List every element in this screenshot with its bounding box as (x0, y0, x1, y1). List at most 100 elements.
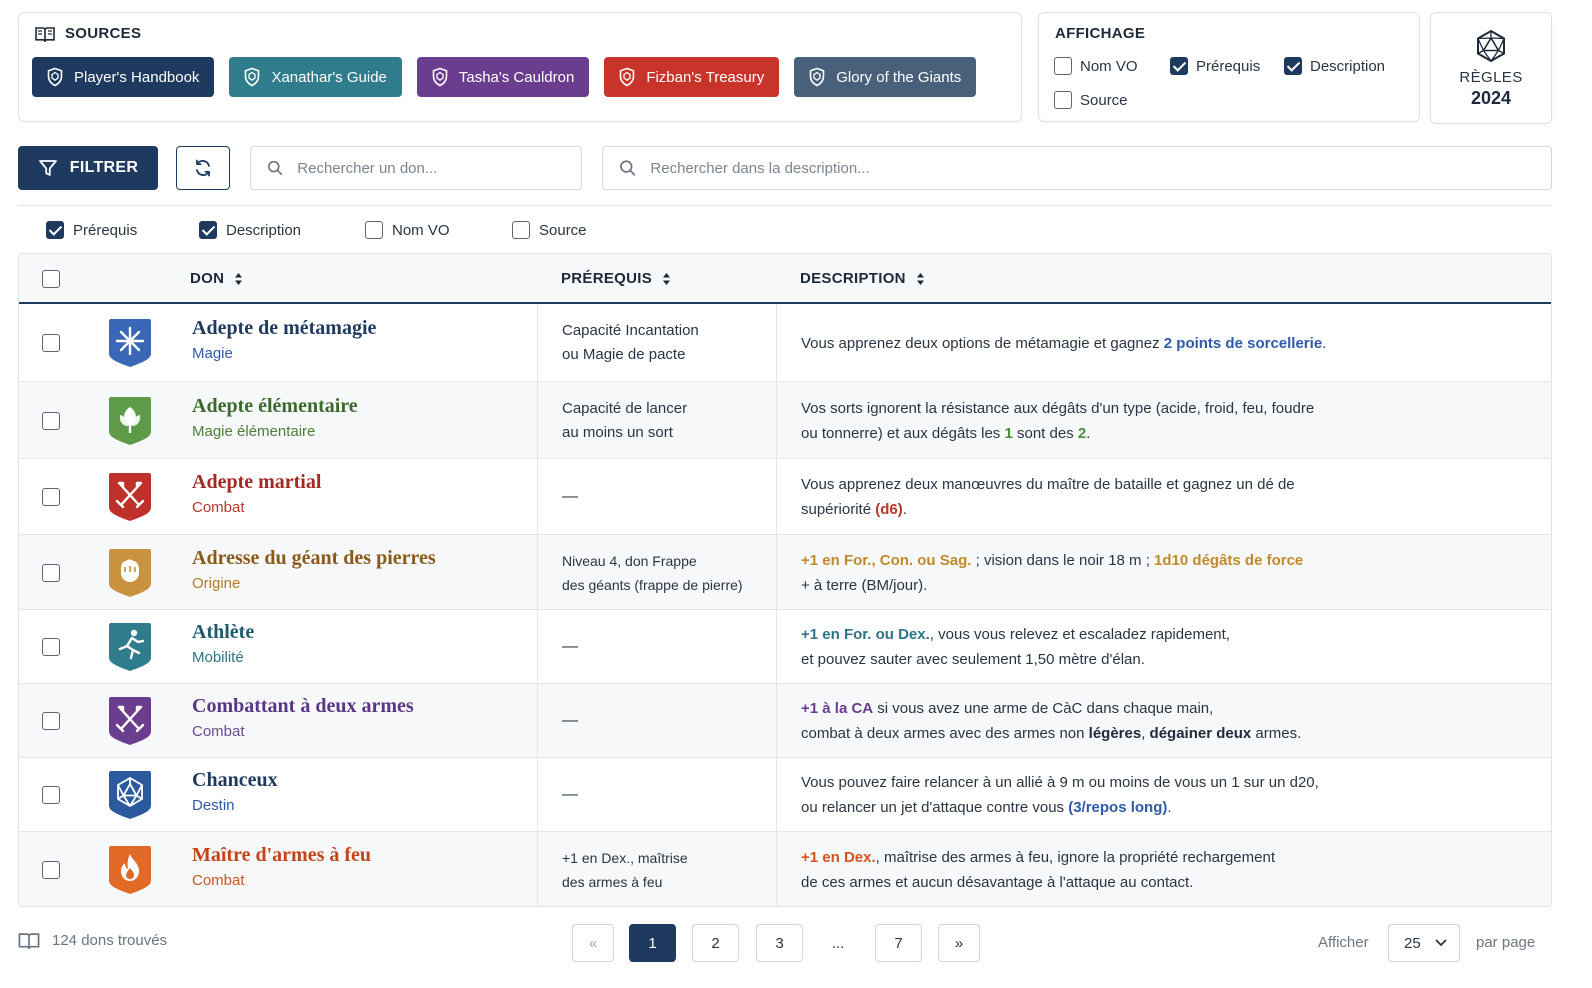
first-page-button[interactable]: « (572, 924, 614, 962)
column-description-checkbox[interactable] (199, 221, 217, 239)
column-nom-vo-checkbox[interactable] (365, 221, 383, 239)
page-button-7[interactable]: 7 (875, 924, 922, 962)
feat-name[interactable]: Adepte élémentaire (192, 395, 358, 418)
feat-prerequisites: — (562, 638, 578, 655)
cell-divider (537, 382, 538, 458)
feat-category: Destin (192, 797, 235, 814)
table-row[interactable]: Adepte de métamagie Magie Capacité Incanta… (19, 304, 1551, 382)
row-checkbox[interactable] (42, 786, 60, 804)
feat-name[interactable]: Maître d'armes à feu (192, 844, 371, 867)
feat-category: Magie (192, 345, 233, 362)
last-page-button[interactable]: » (938, 924, 980, 962)
search-don-input[interactable] (297, 159, 581, 177)
feat-description: Vos sorts ignorent la résistance aux dég… (801, 399, 1315, 442)
table-row[interactable]: Adepte élémentaire Magie élémentaire Capac… (19, 382, 1551, 459)
runner-icon (107, 621, 153, 673)
prerequis-checkbox[interactable] (1170, 57, 1188, 75)
feat-category: Mobilité (192, 649, 244, 666)
feat-name[interactable]: Chanceux (192, 769, 278, 792)
source-button-tasha-s-cauldron[interactable]: Tasha's Cauldron (416, 57, 590, 97)
table-row[interactable]: Chanceux Destin — Vous pouvez faire relance… (19, 758, 1551, 832)
feat-name[interactable]: Adepte martial (192, 471, 321, 494)
table-row[interactable]: Adresse du géant des pierres Origine Nivea… (19, 535, 1551, 610)
column-prerequis-checkbox[interactable] (46, 221, 64, 239)
affichage-source[interactable]: Source (1054, 91, 1128, 109)
column-toggle-source[interactable]: Source (512, 221, 587, 239)
cell-divider (537, 832, 538, 906)
row-checkbox[interactable] (42, 638, 60, 656)
feat-prerequisites: — (562, 712, 578, 729)
header-description[interactable]: DESCRIPTION (800, 270, 925, 287)
table-row[interactable]: Maître d'armes à feu Combat +1 en Dex., ma… (19, 832, 1551, 906)
cell-divider (776, 382, 777, 458)
feat-description: Vous apprenez deux manœuvres du maître d… (801, 476, 1295, 518)
row-checkbox[interactable] (42, 411, 60, 430)
feats-table: DON PRÉREQUIS DESCRIPTION Adepte de méta… (18, 253, 1552, 907)
row-checkbox[interactable] (42, 563, 60, 582)
feat-name[interactable]: Adepte de métamagie (192, 317, 376, 340)
cell-divider (776, 459, 777, 534)
column-toggle-nom-vo[interactable]: Nom VO (365, 221, 450, 239)
rules-version-panel[interactable]: RÈGLES 2024 (1430, 12, 1552, 124)
table-row[interactable]: Combattant à deux armes Combat — +1 à la CA… (19, 684, 1551, 758)
feat-name[interactable]: Combattant à deux armes (192, 695, 414, 718)
search-icon (267, 160, 283, 176)
refresh-button[interactable] (176, 146, 230, 190)
sparkle-icon (107, 317, 153, 369)
per-page-select[interactable]: 25 (1388, 924, 1460, 962)
filter-button[interactable]: FILTRER (18, 146, 158, 190)
rules-label: RÈGLES (1459, 69, 1523, 86)
source-button-xanathar-s-guide[interactable]: Xanathar's Guide (229, 57, 402, 97)
column-toggle-description[interactable]: Description (199, 221, 301, 239)
header-don[interactable]: DON (190, 270, 243, 287)
source-checkbox[interactable] (1054, 91, 1072, 109)
description-checkbox[interactable] (1284, 57, 1302, 75)
affichage-title: AFFICHAGE (1055, 25, 1146, 42)
sources-title: SOURCES (35, 25, 141, 42)
search-don-box (250, 146, 582, 190)
feat-prerequisites: +1 en Dex., maîtrise des armes à feu (562, 850, 688, 890)
nom-vo-checkbox[interactable] (1054, 57, 1072, 75)
affichage-nom-vo[interactable]: Nom VO (1054, 57, 1138, 75)
page-button-2[interactable]: 2 (692, 924, 739, 962)
feat-prerequisites: Capacité de lancer au moins un sort (562, 399, 688, 441)
book-icon (18, 933, 40, 949)
feat-category: Combat (192, 872, 245, 889)
row-checkbox[interactable] (42, 488, 60, 506)
affichage-description[interactable]: Description (1284, 57, 1385, 75)
search-description-input[interactable] (650, 159, 1551, 177)
header-prerequis[interactable]: PRÉREQUIS (561, 270, 671, 287)
row-checkbox[interactable] (42, 861, 60, 879)
rules-year: 2024 (1470, 88, 1512, 108)
dual-swords-icon (107, 695, 153, 747)
feat-prerequisites: — (562, 786, 578, 803)
cell-divider (537, 459, 538, 534)
feat-name[interactable]: Adresse du géant des pierres (192, 547, 436, 570)
affichage-prerequis[interactable]: Prérequis (1170, 57, 1260, 75)
table-row[interactable]: Athlète Mobilité — +1 en For. ou Dex., vous… (19, 610, 1551, 684)
table-header: DON PRÉREQUIS DESCRIPTION (19, 254, 1551, 304)
crossed-swords-icon (107, 471, 153, 523)
row-checkbox[interactable] (42, 334, 60, 352)
book-icon (35, 26, 55, 42)
sort-icon (235, 272, 243, 285)
source-button-glory-of-the-giants[interactable]: Glory of the Giants (794, 57, 977, 97)
row-checkbox[interactable] (42, 712, 60, 730)
source-button-player-s-handbook[interactable]: Player's Handbook (32, 57, 215, 97)
column-source-checkbox[interactable] (512, 221, 530, 239)
search-description-box (602, 146, 1552, 190)
select-all-checkbox[interactable] (42, 270, 60, 288)
affichage-panel: AFFICHAGE Nom VO Prérequis Description S… (1038, 12, 1420, 122)
cell-divider (537, 304, 538, 381)
table-row[interactable]: Adepte martial Combat — Vous apprenez deux … (19, 459, 1551, 535)
feat-description: Vous apprenez deux options de métamagie … (801, 335, 1327, 352)
page-button-1[interactable]: 1 (629, 924, 676, 962)
cell-divider (537, 758, 538, 831)
page-button-3[interactable]: 3 (756, 924, 803, 962)
feat-name[interactable]: Athlète (192, 621, 254, 644)
feat-description: +1 en Dex., maîtrise des armes à feu, ig… (801, 849, 1276, 891)
column-toggle-prerequis[interactable]: Prérequis (46, 221, 137, 239)
stone-fist-icon (107, 547, 153, 599)
feat-description: +1 en For., Con. ou Sag. ; vision dans l… (801, 551, 1304, 594)
source-button-fizban-s-treasury[interactable]: Fizban's Treasury (604, 57, 780, 97)
